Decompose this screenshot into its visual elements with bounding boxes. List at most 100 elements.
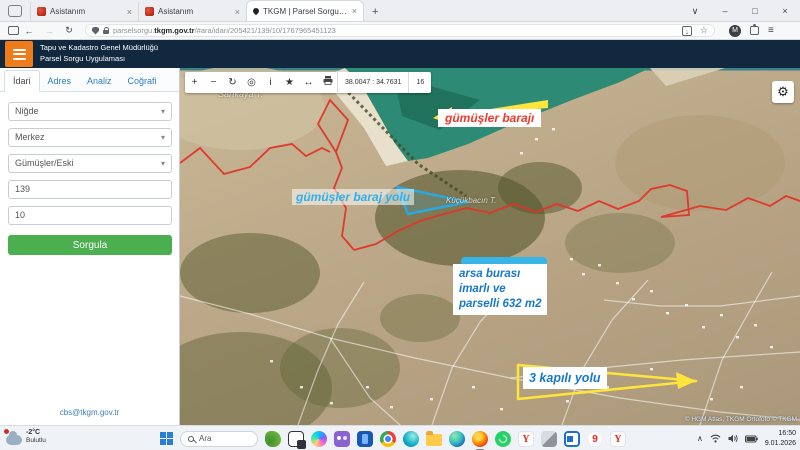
- url-text: parselsorgu.tkgm.gov.tr/#ara/idari/20542…: [113, 26, 336, 35]
- save-page-icon[interactable]: ↓: [681, 25, 692, 36]
- map-settings-button[interactable]: ⚙: [772, 81, 794, 103]
- annotation-parcel-line1: arsa burası: [459, 268, 521, 280]
- info-button[interactable]: i: [261, 72, 280, 93]
- 3d-box-app-icon[interactable]: [541, 430, 557, 447]
- tab-idari[interactable]: İdari: [4, 70, 40, 92]
- tracking-shield-icon[interactable]: [92, 26, 99, 35]
- task-view-icon[interactable]: [288, 430, 306, 449]
- favorite-button[interactable]: ★: [280, 72, 299, 93]
- clock-time: 16:50: [778, 430, 796, 438]
- map-viewport[interactable]: + − ↻ ◎ i ★ ↔ 38.0047 : 34.7631 16 ⚙ Sar…: [180, 68, 800, 425]
- browser-address-bar: ← → ↻ parselsorgu.tkgm.gov.tr/#ara/idari…: [0, 22, 800, 40]
- parcel-value: 10: [15, 210, 26, 220]
- tray-chevron-icon[interactable]: ∧: [697, 434, 703, 443]
- tab-tkgm-active[interactable]: TKGM | Parsel Sorgu Uygulaması ×: [246, 0, 364, 21]
- url-bar[interactable]: parselsorgu.tkgm.gov.tr/#ara/idari/20542…: [85, 24, 715, 37]
- app-title: Tapu ve Kadastro Genel Müdürlüğü Parsel …: [40, 43, 158, 65]
- file-explorer-icon[interactable]: [426, 430, 442, 446]
- block-input[interactable]: 139: [8, 180, 172, 199]
- map-toolbar: + − ↻ ◎ i ★ ↔ 38.0047 : 34.7631 16: [185, 72, 432, 93]
- tab-analiz[interactable]: Analiz: [79, 71, 120, 91]
- zoom-in-button[interactable]: +: [185, 72, 204, 93]
- bing-swirl-icon[interactable]: [403, 430, 419, 447]
- blue-frame-app-icon[interactable]: [564, 430, 580, 447]
- tab-list-button[interactable]: ∨: [680, 6, 710, 17]
- menu-icon[interactable]: ≡: [768, 25, 774, 36]
- annotation-parcel: arsa burası imarlı ve parselli 632 m2: [453, 264, 548, 315]
- cloud-icon: [3, 427, 22, 445]
- coordinates-readout: 38.0047 : 34.7631: [337, 72, 408, 93]
- edge-icon[interactable]: [449, 430, 465, 447]
- district-value: Merkez: [15, 132, 45, 142]
- district-select[interactable]: Merkez ▾: [8, 128, 172, 147]
- extensions-icon[interactable]: [750, 24, 759, 35]
- asistanim-favicon-icon: [37, 7, 46, 16]
- forward-button[interactable]: →: [39, 26, 59, 36]
- copilot-icon[interactable]: [311, 430, 327, 447]
- people-app-icon[interactable]: [334, 430, 350, 447]
- firefox-icon[interactable]: [472, 430, 488, 450]
- refresh-button[interactable]: ↻: [223, 72, 242, 93]
- neighborhood-select[interactable]: Gümüşler/Eski ▾: [8, 154, 172, 173]
- print-button[interactable]: [318, 72, 337, 93]
- annotation-parcel-line2: imarlı ve: [459, 282, 506, 295]
- battery-icon[interactable]: [744, 430, 758, 448]
- maximize-button[interactable]: □: [740, 6, 770, 16]
- chrome-icon[interactable]: [380, 430, 396, 447]
- search-icon: [188, 435, 194, 442]
- tab-close-icon[interactable]: ×: [352, 6, 357, 16]
- close-button[interactable]: ×: [770, 6, 800, 16]
- clock-date: 9.01.2026: [764, 439, 796, 447]
- firefox-view-icon[interactable]: [8, 5, 22, 17]
- volume-icon[interactable]: [728, 430, 738, 448]
- lock-icon[interactable]: [103, 26, 109, 34]
- block-value: 139: [15, 184, 31, 194]
- taskbar-clock[interactable]: 16:50 9.01.2026: [765, 429, 796, 448]
- taskbar-search[interactable]: Ara: [180, 430, 258, 447]
- yandex-icon-2[interactable]: Y: [610, 430, 626, 447]
- tab-asistanim-2[interactable]: Asistanım ×: [138, 2, 246, 21]
- minimize-button[interactable]: –: [710, 6, 740, 16]
- contact-email-link[interactable]: cbs@tkgm.gov.tr: [0, 408, 179, 417]
- province-select[interactable]: Niğde ▾: [8, 102, 172, 121]
- locate-button[interactable]: ◎: [242, 72, 261, 93]
- tkgm-app-header: Tapu ve Kadastro Genel Müdürlüğü Parsel …: [0, 40, 800, 68]
- wifi-icon[interactable]: [710, 430, 721, 448]
- tab-label: Asistanım: [50, 7, 86, 16]
- bookmark-star-icon[interactable]: ☆: [700, 25, 708, 36]
- app-title-line1: Tapu ve Kadastro Genel Müdürlüğü: [40, 43, 158, 52]
- tab-adres[interactable]: Adres: [40, 71, 80, 91]
- red-circle-app-icon[interactable]: 9: [587, 430, 603, 447]
- annotation-dam-road: gümüşler baraj yolu: [292, 189, 415, 205]
- new-tab-button[interactable]: +: [372, 6, 378, 18]
- tab-close-icon[interactable]: ×: [127, 7, 132, 17]
- yandex-icon[interactable]: Y: [518, 430, 534, 447]
- tab-cografi[interactable]: Coğrafi: [120, 71, 165, 91]
- tab-asistanim-1[interactable]: Asistanım ×: [30, 2, 138, 21]
- reload-button[interactable]: ↻: [59, 25, 79, 36]
- app-title-line2: Parsel Sorgu Uygulaması: [40, 53, 126, 63]
- system-tray: ∧ 16:50 9.01.2026: [697, 426, 796, 450]
- parcel-input[interactable]: 10: [8, 206, 172, 225]
- weather-widget[interactable]: -2°C Bulutlu: [3, 427, 46, 446]
- back-button[interactable]: ←: [19, 26, 39, 36]
- sidebar-toggle-icon[interactable]: [8, 26, 19, 35]
- windows-taskbar: -2°C Bulutlu Ara Y 9 Y ∧ 16:50 9.01.2026: [0, 425, 800, 450]
- profile-avatar[interactable]: M: [729, 24, 741, 37]
- query-button[interactable]: Sorgula: [8, 235, 172, 255]
- hamburger-menu-button[interactable]: [5, 41, 33, 67]
- measure-button[interactable]: ↔: [299, 72, 318, 93]
- plants-app-icon[interactable]: [265, 430, 281, 447]
- start-button[interactable]: [160, 432, 173, 445]
- alert-badge: [3, 427, 10, 435]
- phone-link-icon[interactable]: [357, 430, 373, 447]
- annotation-gate-road: 3 kapılı yolu: [523, 367, 607, 390]
- search-placeholder: Ara: [199, 434, 212, 443]
- sidebar-tabs: İdari Adres Analiz Coğrafi: [0, 68, 179, 92]
- zoom-level-readout: 16: [408, 72, 431, 93]
- tab-close-icon[interactable]: ×: [235, 7, 240, 17]
- query-sidebar: İdari Adres Analiz Coğrafi Niğde ▾ Merkez…: [0, 68, 180, 425]
- whatsapp-icon[interactable]: [495, 430, 511, 447]
- browser-tab-strip: Asistanım × Asistanım × TKGM | Parsel So…: [0, 0, 800, 22]
- zoom-out-button[interactable]: −: [204, 72, 223, 93]
